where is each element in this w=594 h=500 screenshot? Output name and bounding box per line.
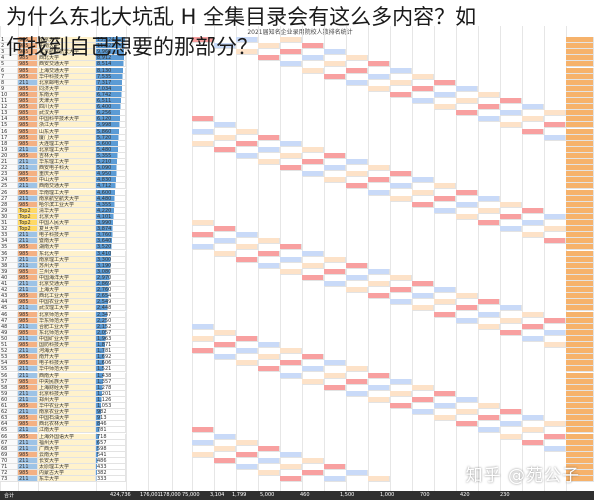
question-title-line-1: 为什么东北大坑乱 H 全集目录会有这么多内容？如	[6, 5, 477, 29]
total-value: 700	[420, 492, 430, 498]
total-value: 3,104	[210, 492, 225, 498]
total-value: 1,500	[340, 492, 355, 498]
total-value: 424,736	[110, 492, 131, 498]
question-title-line-2: 何找到自己想要的那部分？	[6, 35, 258, 59]
heat-cell	[368, 476, 390, 483]
total-value: 460	[300, 492, 310, 498]
total-value: 合计	[4, 493, 15, 499]
total-value: 1,799	[232, 492, 247, 498]
heat-cell	[324, 476, 346, 483]
spreadsheet-image: 2021届知名企业录用院校人数排名统计 1 985 南京大学 13,124 2 985 中南…	[0, 0, 594, 500]
question-title: 为什么东北大坑乱 H 全集目录会有这么多内容？如 何找到自己想要的那部分？	[6, 2, 594, 62]
heat-cell	[280, 476, 302, 483]
rank-cell: 73	[0, 476, 18, 483]
total-value: 420	[460, 492, 470, 498]
school-cell: 东华大学	[38, 476, 96, 483]
tier-cell: 211	[18, 476, 38, 483]
total-value: 5,000	[260, 492, 275, 498]
value-cell: 333	[96, 476, 126, 483]
total-value: 230	[500, 492, 510, 498]
total-value: 1,000	[380, 492, 395, 498]
total-value: 178,000	[160, 492, 181, 498]
total-value: 75,000	[182, 492, 200, 498]
total-value: 176,001	[140, 492, 161, 498]
zhihu-watermark: 知乎 @苑公子	[465, 466, 580, 486]
